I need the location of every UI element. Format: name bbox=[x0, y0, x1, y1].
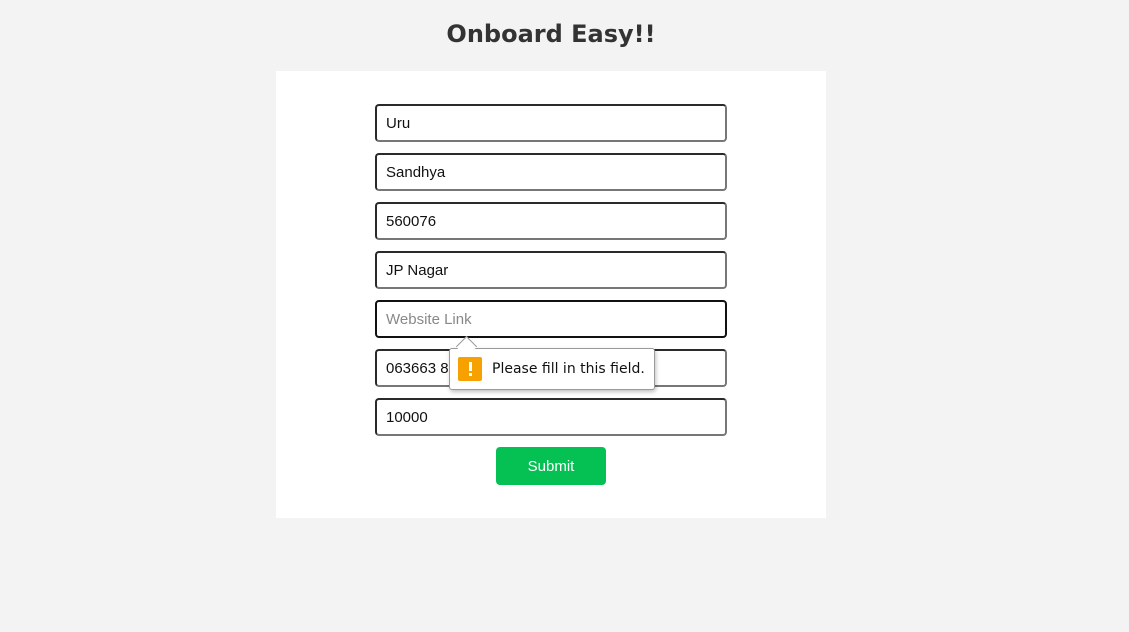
validation-tooltip: Please fill in this field. bbox=[449, 348, 655, 390]
validation-message: Please fill in this field. bbox=[492, 361, 645, 377]
field-4-input[interactable] bbox=[375, 251, 727, 289]
submit-button[interactable]: Submit bbox=[496, 447, 606, 485]
field-7-input[interactable] bbox=[375, 398, 727, 436]
page-title: Onboard Easy!! bbox=[446, 20, 656, 48]
page: Onboard Easy!! Submit Please fill in thi… bbox=[0, 0, 1129, 632]
field-3-input[interactable] bbox=[375, 202, 727, 240]
warning-icon bbox=[458, 357, 482, 381]
onboard-form: Submit bbox=[276, 71, 826, 518]
field-1-input[interactable] bbox=[375, 104, 727, 142]
field-2-input[interactable] bbox=[375, 153, 727, 191]
website-link-input[interactable] bbox=[375, 300, 727, 338]
